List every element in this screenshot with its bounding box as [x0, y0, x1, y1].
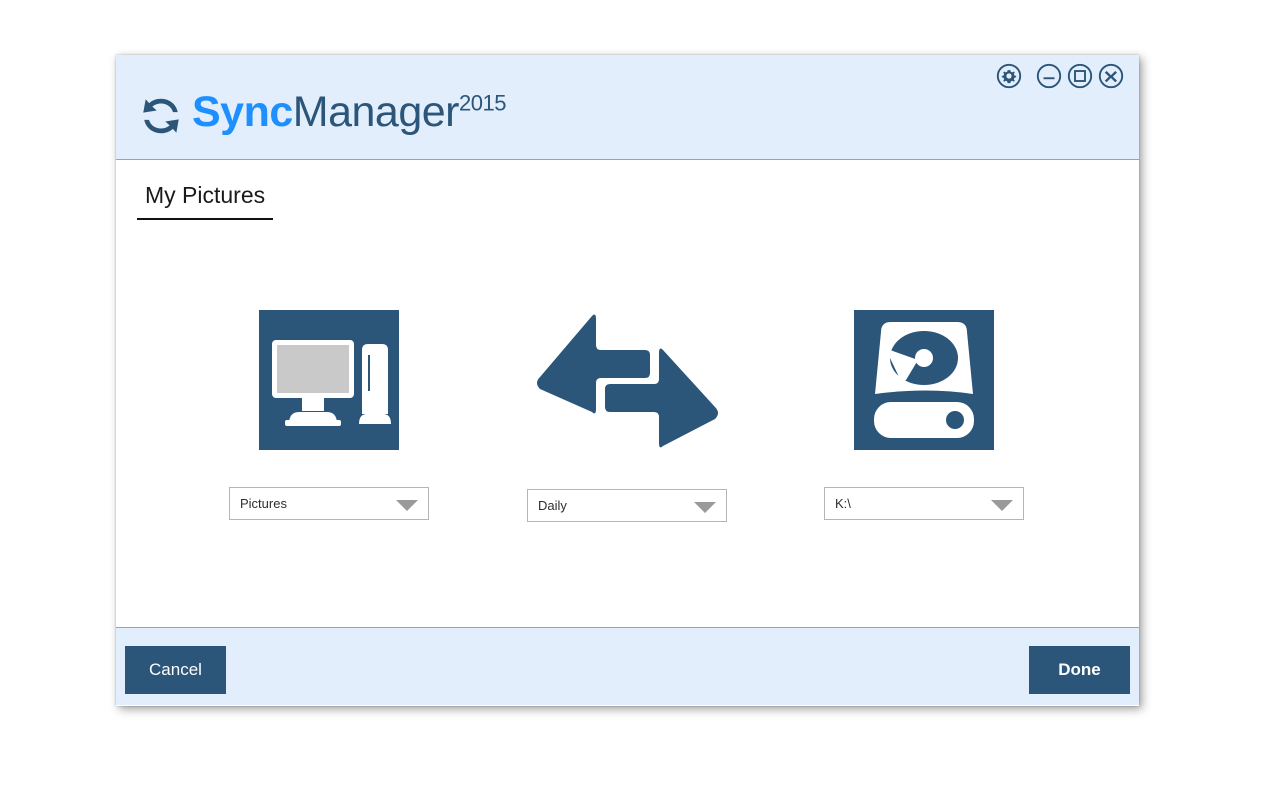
maximize-icon[interactable] — [1067, 63, 1093, 89]
source-folder-dropdown[interactable]: Pictures — [229, 487, 429, 520]
chevron-down-icon — [991, 500, 1013, 511]
sync-source-column: Pictures — [229, 310, 429, 520]
close-icon[interactable] — [1098, 63, 1124, 89]
bidirectional-sync-arrows-icon — [536, 314, 718, 448]
app-title-secondary: Manager — [292, 88, 460, 136]
cancel-button[interactable]: Cancel — [125, 646, 226, 694]
footer-bar: Cancel Done — [116, 627, 1139, 705]
minimize-icon[interactable] — [1036, 63, 1062, 89]
title-bar: SyncManager2015 — [116, 55, 1139, 160]
app-title-year: 2015 — [459, 90, 506, 116]
app-branding: SyncManager2015 — [138, 85, 506, 139]
tab-bar: My Pictures — [137, 182, 274, 220]
desktop-computer-icon — [259, 310, 399, 450]
schedule-value: Daily — [538, 498, 567, 513]
sync-manager-window: SyncManager2015 My Pictures Pictures Dai… — [116, 55, 1139, 706]
chevron-down-icon — [694, 502, 716, 513]
sync-arrows-circular-icon — [143, 98, 179, 134]
tab-my-pictures[interactable]: My Pictures — [137, 182, 274, 220]
source-folder-value: Pictures — [240, 496, 287, 511]
target-drive-value: K:\ — [835, 496, 851, 511]
chevron-down-icon — [396, 500, 418, 511]
app-title: SyncManager2015 — [192, 91, 506, 134]
sync-schedule-column: Daily — [527, 310, 727, 522]
schedule-dropdown[interactable]: Daily — [527, 489, 727, 522]
done-button[interactable]: Done — [1029, 646, 1130, 694]
app-title-primary: Sync — [192, 88, 293, 136]
sync-target-column: K:\ — [824, 310, 1024, 520]
window-controls — [996, 63, 1124, 89]
hard-drive-icon — [854, 310, 994, 450]
target-drive-dropdown[interactable]: K:\ — [824, 487, 1024, 520]
gear-icon[interactable] — [996, 63, 1022, 89]
main-content: My Pictures Pictures Daily K:\ — [116, 160, 1139, 627]
